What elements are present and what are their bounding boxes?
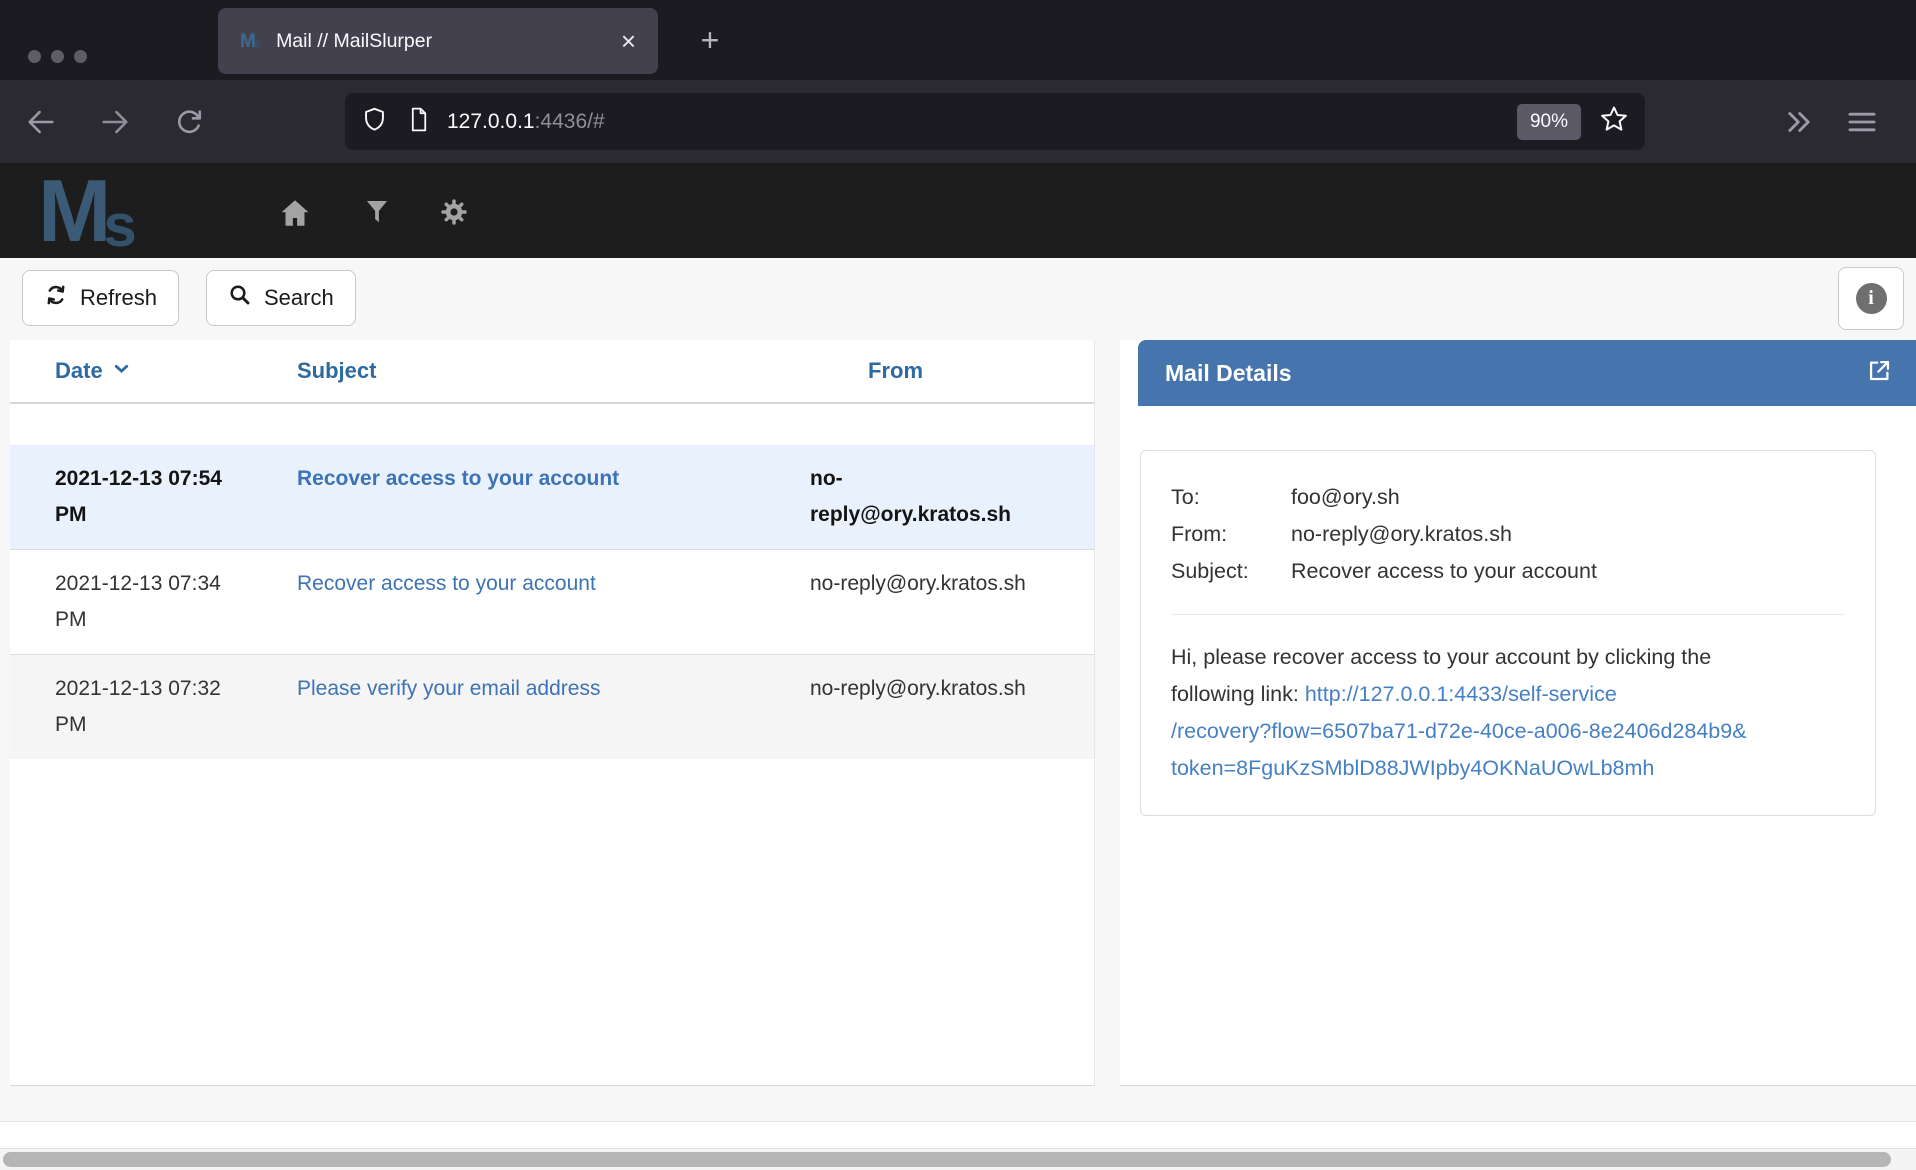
horizontal-scrollbar-thumb[interactable] — [3, 1152, 1891, 1167]
mailslurper-favicon-icon: M s — [240, 32, 261, 51]
bookmark-star-icon[interactable] — [1599, 104, 1629, 139]
info-button[interactable]: i — [1838, 267, 1904, 330]
window-control-dot[interactable] — [74, 50, 87, 63]
mail-body: Hi, please recover access to your accoun… — [1171, 639, 1845, 787]
field-to-value: foo@ory.sh — [1291, 479, 1400, 516]
reload-icon[interactable] — [172, 105, 206, 144]
open-external-icon[interactable] — [1866, 357, 1893, 390]
mail-details-card: To: foo@ory.sh From: no-reply@ory.kratos… — [1140, 450, 1876, 816]
list-spacer — [10, 404, 1094, 445]
back-icon[interactable] — [24, 105, 58, 144]
mail-row[interactable]: 2021-12-13 07:54 PM Recover access to yo… — [10, 445, 1094, 549]
mail-row-subject: Please verify your email address — [297, 671, 810, 743]
mail-row-date: 2021-12-13 07:34 PM — [10, 566, 297, 638]
field-subject: Subject: Recover access to your account — [1171, 553, 1845, 590]
hamburger-menu-icon[interactable] — [1845, 105, 1879, 144]
window-controls[interactable] — [28, 50, 87, 63]
column-header-from[interactable]: From — [810, 358, 1094, 384]
details-divider — [1171, 614, 1845, 615]
mail-details-title: Mail Details — [1165, 360, 1292, 387]
url-bar[interactable]: 127.0.0.1:4436/# 90% — [345, 93, 1645, 150]
refresh-button[interactable]: Refresh — [22, 270, 179, 326]
mail-row-date: 2021-12-13 07:54 PM — [10, 461, 297, 533]
sort-descending-icon — [111, 358, 132, 385]
browser-window: M s Mail // MailSlurper × + 127.0.0.1:44… — [0, 0, 1916, 1170]
window-control-dot[interactable] — [28, 50, 41, 63]
tab-close-button[interactable]: × — [621, 28, 636, 54]
page-info-icon[interactable] — [406, 106, 431, 138]
shield-icon[interactable] — [361, 106, 388, 138]
column-header-subject[interactable]: Subject — [297, 358, 810, 384]
url-text[interactable]: 127.0.0.1:4436/# — [447, 110, 605, 134]
settings-gear-icon[interactable] — [438, 196, 470, 233]
bottom-strip — [0, 1121, 1916, 1149]
search-button[interactable]: Search — [206, 270, 356, 326]
mail-details-panel: Mail Details To: foo@ory.sh From: no-rep… — [1120, 340, 1916, 1086]
tab-title: Mail // MailSlurper — [276, 30, 621, 53]
mailslurper-logo[interactable]: M s — [38, 163, 137, 258]
mail-row-subject: Recover access to your account — [297, 461, 810, 533]
mail-row-from: no-reply@ory.kratos.sh — [810, 566, 1094, 638]
field-from: From: no-reply@ory.kratos.sh — [1171, 516, 1845, 553]
column-header-date[interactable]: Date — [10, 358, 297, 385]
info-icon: i — [1856, 283, 1887, 314]
mail-subject-link[interactable]: Recover access to your account — [297, 467, 619, 490]
mail-row-from: no-reply@ory.kratos.sh — [810, 671, 1094, 743]
zoom-level-badge[interactable]: 90% — [1517, 104, 1581, 140]
mail-row[interactable]: 2021-12-13 07:32 PM Please verify your e… — [10, 654, 1094, 759]
window-control-dot[interactable] — [51, 50, 64, 63]
filter-funnel-icon[interactable] — [362, 196, 392, 231]
horizontal-scrollbar[interactable] — [0, 1149, 1916, 1170]
browser-tab-strip: M s Mail // MailSlurper × + — [0, 0, 1916, 80]
mail-subject-link[interactable]: Recover access to your account — [297, 572, 596, 595]
browser-tab-mailslurper[interactable]: M s Mail // MailSlurper × — [218, 8, 658, 74]
refresh-icon — [44, 283, 68, 313]
mail-list-panel: Date Subject From 2021-12-13 07:54 PM Re… — [10, 340, 1095, 1086]
field-to: To: foo@ory.sh — [1171, 479, 1845, 516]
home-icon[interactable] — [278, 196, 312, 235]
field-from-value: no-reply@ory.kratos.sh — [1291, 516, 1512, 553]
forward-icon[interactable] — [98, 105, 132, 144]
new-tab-button[interactable]: + — [688, 18, 732, 62]
mail-details-header: Mail Details — [1138, 340, 1916, 406]
mail-row[interactable]: 2021-12-13 07:34 PM Recover access to yo… — [10, 549, 1094, 654]
mail-list-header-row: Date Subject From — [10, 340, 1094, 404]
overflow-chevrons-icon[interactable] — [1782, 105, 1816, 144]
mail-subject-link[interactable]: Please verify your email address — [297, 677, 600, 700]
search-icon — [228, 283, 252, 313]
mail-row-from: no-reply@ory.kratos.sh — [810, 461, 1094, 533]
field-subject-value: Recover access to your account — [1291, 553, 1597, 590]
mail-row-date: 2021-12-13 07:32 PM — [10, 671, 297, 743]
mail-row-subject: Recover access to your account — [297, 566, 810, 638]
